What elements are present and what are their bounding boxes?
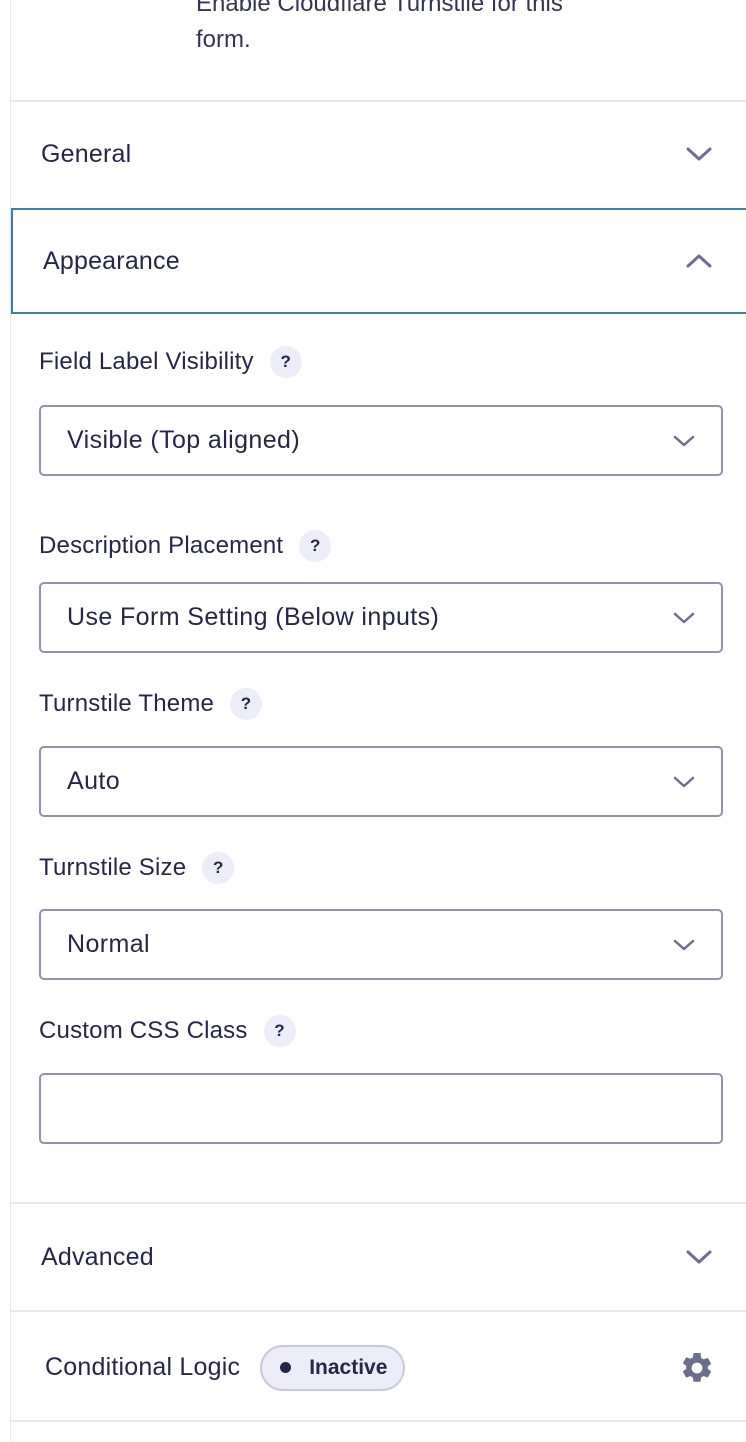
chevron-down-icon	[686, 1250, 712, 1264]
field-settings-panel: Enable Cloudflare Turnstile for this for…	[10, 0, 746, 1442]
conditional-logic-status-badge: Inactive	[260, 1344, 406, 1391]
chevron-down-icon	[673, 776, 695, 787]
general-section-title: General	[41, 139, 132, 168]
chevron-down-icon	[673, 435, 695, 446]
custom-css-class-label: Custom CSS Class ?	[39, 1015, 296, 1047]
turnstile-theme-label: Turnstile Theme ?	[39, 688, 263, 720]
help-icon[interactable]: ?	[230, 688, 263, 720]
chevron-down-icon	[673, 939, 695, 950]
appearance-section-title: Appearance	[43, 246, 180, 275]
conditional-logic-status: Inactive	[309, 1355, 388, 1379]
field-label-visibility-value: Visible (Top aligned)	[67, 426, 301, 454]
appearance-section-toggle[interactable]: Appearance	[11, 208, 746, 314]
custom-css-class-text: Custom CSS Class	[39, 1017, 248, 1044]
help-icon[interactable]: ?	[202, 852, 235, 884]
description-placement-value: Use Form Setting (Below inputs)	[67, 603, 440, 631]
turnstile-theme-value: Auto	[67, 767, 121, 795]
custom-css-class-input[interactable]	[39, 1073, 723, 1144]
conditional-logic-row: Conditional Logic Inactive	[11, 1314, 746, 1421]
field-label-visibility-select[interactable]: Visible (Top aligned)	[39, 405, 723, 476]
turnstile-size-value: Normal	[67, 930, 150, 958]
conditional-logic-title: Conditional Logic	[45, 1353, 241, 1381]
advanced-section-title: Advanced	[41, 1242, 154, 1271]
advanced-section-toggle[interactable]: Advanced	[11, 1204, 746, 1310]
description-placement-label: Description Placement ?	[39, 530, 332, 562]
divider	[11, 1420, 746, 1422]
chevron-up-icon	[686, 254, 712, 268]
description-placement-select[interactable]: Use Form Setting (Below inputs)	[39, 582, 723, 653]
chevron-down-icon	[673, 612, 695, 623]
turnstile-theme-text: Turnstile Theme	[39, 690, 215, 717]
general-section-toggle[interactable]: General	[11, 101, 746, 207]
gear-icon[interactable]	[679, 1350, 715, 1386]
turnstile-size-select[interactable]: Normal	[39, 909, 723, 980]
help-icon[interactable]: ?	[263, 1015, 296, 1047]
field-label-visibility-label: Field Label Visibility ?	[39, 346, 302, 378]
turnstile-size-label: Turnstile Size ?	[39, 852, 235, 884]
description-placement-text: Description Placement	[39, 532, 284, 559]
divider	[11, 1310, 746, 1312]
turnstile-size-text: Turnstile Size	[39, 854, 187, 881]
help-icon[interactable]: ?	[269, 346, 302, 378]
status-dot-icon	[280, 1362, 292, 1373]
field-label-visibility-text: Field Label Visibility	[39, 348, 254, 375]
help-icon[interactable]: ?	[299, 530, 332, 562]
turnstile-intro-text: Enable Cloudflare Turnstile for this for…	[196, 0, 563, 53]
chevron-down-icon	[686, 147, 712, 161]
turnstile-theme-select[interactable]: Auto	[39, 746, 723, 817]
